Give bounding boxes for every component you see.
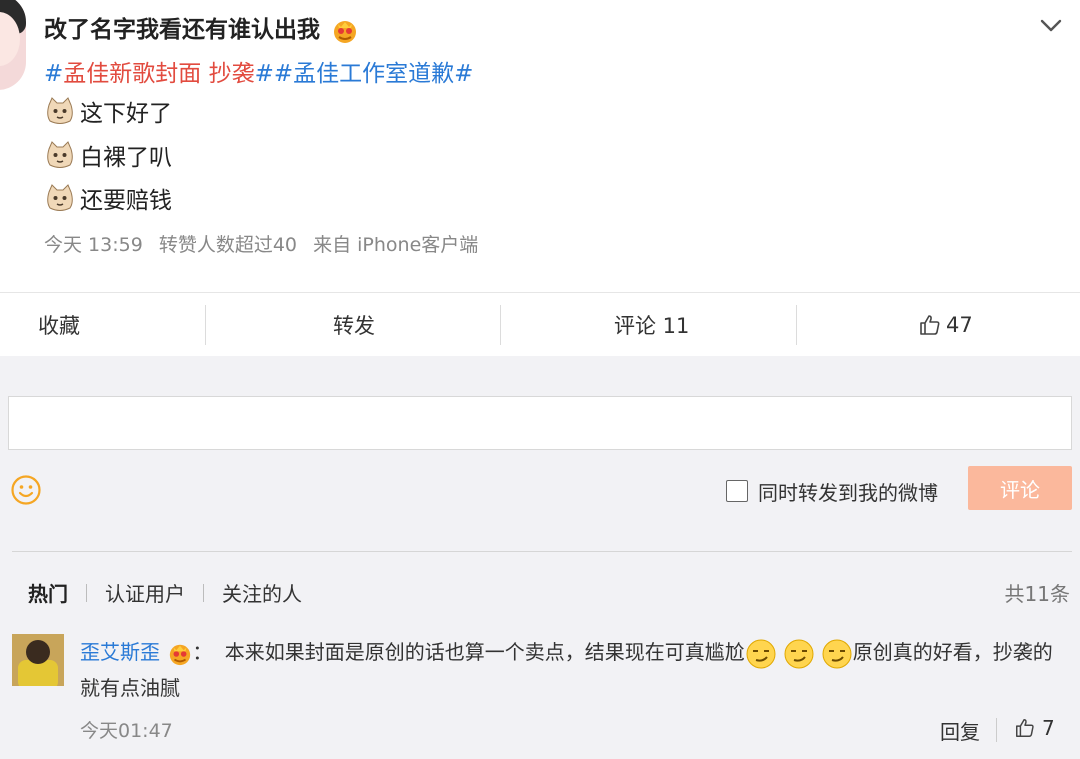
comment-colon: ： [192,640,213,664]
post-line: 还要赔钱 [44,181,172,215]
cat-emoji-icon [47,141,73,168]
hashtag-row: #孟佳新歌封面 抄袭##孟佳工作室道歉# [44,54,473,88]
poster-avatar[interactable] [0,0,26,90]
hashtag-mark[interactable]: # [454,61,473,87]
divider [796,305,797,345]
smirk-emoji-icon [784,639,814,668]
like-count: 47 [946,313,973,337]
post-line-text: 这下好了 [80,101,172,127]
divider [205,305,206,345]
comment-body: 歪艾斯歪 ： 本来如果封面是原创的话也算一个卖点，结果现在可真尴尬 原创真的好看，… [80,634,1070,706]
comment-input[interactable] [8,396,1072,450]
post-line-text: 还要赔钱 [80,188,172,214]
repost-checkbox-label[interactable]: 同时转发到我的微博 [758,477,938,506]
post-meta: 今天 13:59 转赞人数超过40 来自 iPhone客户端 [44,230,488,257]
hashtag-link-1[interactable]: 孟佳新歌封面 抄袭 [63,61,254,87]
tab-hot[interactable]: 热门 [28,578,68,607]
hashtag-mark[interactable]: # [44,61,63,87]
post-line-text: 白裸了叭 [80,145,172,171]
emoji-picker-icon[interactable] [10,474,42,506]
comment-label: 评论 11 [614,314,690,338]
thumbs-up-icon [920,315,940,335]
divider [500,305,501,345]
post-line: 这下好了 [44,94,172,128]
post-source: 来自 iPhone客户端 [313,234,479,256]
comment-like-button[interactable]: 7 [1014,716,1055,740]
tab-verified-users[interactable]: 认证用户 [105,578,185,607]
cat-emoji-icon [47,184,73,211]
post-card: 改了名字我看还有谁认出我 #孟佳新歌封面 抄袭##孟佳工作室道歉# 这下好了 白… [0,0,1080,292]
post-like-note: 转赞人数超过40 [158,234,298,256]
section-divider [12,551,1072,552]
avatar[interactable] [12,634,64,686]
vip-crown-icon [334,20,357,43]
post-time[interactable]: 今天 13:59 [44,234,143,256]
comment-time: 今天01:47 [80,720,173,742]
submit-comment-label: 评论 [1000,477,1040,502]
favorite-button[interactable]: 收藏 [38,293,80,357]
tab-separator [203,583,204,602]
hashtag-link-2[interactable]: 孟佳工作室道歉 [293,61,454,87]
comment-text-1: 本来如果封面是原创的话也算一个卖点，结果现在可真尴尬 [224,640,745,664]
chevron-down-icon[interactable] [1038,14,1064,36]
smirk-emoji-icon [822,639,852,668]
comment-total-count: 共11条 [1004,582,1070,606]
comment-like-count: 7 [1042,716,1055,740]
post-line: 白裸了叭 [44,138,172,172]
comment-filter-tabs: 热门 认证用户 关注的人 [28,578,320,607]
action-bar: 收藏 转发 评论 11 47 [0,292,1080,356]
hashtag-mark[interactable]: ## [255,61,294,87]
repost-label: 转发 [333,314,375,338]
divider [996,718,997,742]
like-button[interactable]: 47 [918,293,973,357]
comment-username[interactable]: 歪艾斯歪 [80,640,160,664]
thumbs-up-icon [1016,719,1034,737]
vip-crown-icon [170,644,191,665]
poster-name[interactable]: 改了名字我看还有谁认出我 [44,10,358,44]
cat-emoji-icon [47,97,73,124]
repost-button[interactable]: 转发 [333,293,375,357]
tab-following[interactable]: 关注的人 [222,578,302,607]
comment-reply-button[interactable]: 回复 [940,716,980,745]
submit-comment-button[interactable]: 评论 [968,466,1072,510]
smirk-emoji-icon [746,639,776,668]
poster-name-text[interactable]: 改了名字我看还有谁认出我 [44,17,320,43]
tab-separator [86,583,87,602]
comment-button[interactable]: 评论 11 [614,293,689,357]
favorite-label: 收藏 [38,314,80,338]
repost-checkbox[interactable] [726,480,748,502]
